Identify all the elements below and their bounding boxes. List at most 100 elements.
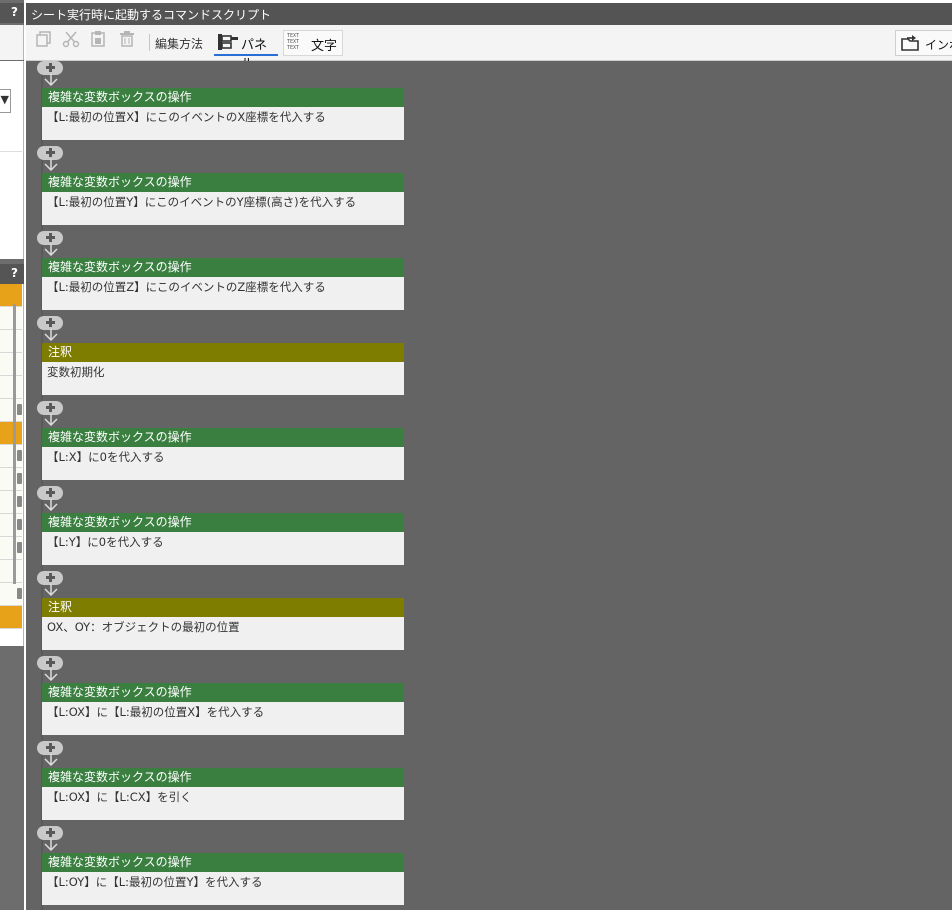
command-description: 【L:最初の位置Z】にこのイベントのZ座標を代入する [47,280,326,294]
arrow-down-icon [44,329,58,341]
left-toolbar [0,25,24,60]
command-description: 【L:X】に0を代入する [47,450,165,464]
add-command-connector [36,826,66,851]
variable-command-block[interactable]: 複雑な変数ボックスの操作【L:最初の位置Z】にこのイベントのZ座標を代入する [42,258,404,310]
add-command-button[interactable] [37,571,63,585]
variable-command-block[interactable]: 複雑な変数ボックスの操作【L:OY】に【L:最初の位置Y】を代入する [42,853,404,905]
arrow-down-icon [44,754,58,766]
variable-command-block[interactable]: 複雑な変数ボックスの操作 【L:最初の位置X】にこのイベントのX座標を代入する [42,88,404,140]
command-title: 複雑な変数ボックスの操作 [42,768,404,787]
item-icon [17,542,22,553]
left-panel-header-mid: ? [0,264,24,284]
variable-command-block[interactable]: 複雑な変数ボックスの操作【L:OX】に【L:最初の位置X】を代入する [42,683,404,735]
left-panel-header-top: ? [0,3,24,23]
trash-icon [120,31,134,47]
command-canvas[interactable]: 複雑な変数ボックスの操作 【L:最初の位置X】にこのイベントのX座標を代入する 複雑… [26,61,952,910]
copy-button[interactable] [32,30,56,54]
list-item[interactable] [0,422,22,445]
arrow-down-icon [44,584,58,596]
command-description: 【L:最初の位置X】にこのイベントのX座標を代入する [47,110,326,124]
variable-command-block[interactable]: 複雑な変数ボックスの操作 【L:OX】に【L:CX】を引く [42,768,404,820]
list-item[interactable] [0,399,22,422]
list-item[interactable] [0,468,22,491]
arrow-down-icon [44,159,58,171]
add-command-connector [36,571,66,596]
arrow-down-icon [44,244,58,256]
command-description: OX、OY：オブジェクトの最初の位置 [47,620,240,634]
add-command-button[interactable] [37,316,63,330]
list-item[interactable] [0,307,22,330]
command-description: 【L:OY】に【L:最初の位置Y】を代入する [47,875,263,889]
item-icon [17,473,22,484]
add-command-connector [36,61,66,86]
list-item[interactable] [0,514,22,537]
list-item[interactable] [0,537,22,560]
command-description: 【L:OX】に【L:最初の位置X】を代入する [47,705,265,719]
command-title: 複雑な変数ボックスの操作 [42,173,404,192]
toolbar: 編集方法 パネル TEXT TEXT TEXT 文字 インポ [26,25,952,72]
divider [0,151,22,152]
list-item[interactable] [0,606,22,629]
list-item[interactable] [0,284,22,307]
command-title: 複雑な変数ボックスの操作 [42,853,404,872]
delete-button[interactable] [115,30,139,54]
add-command-button[interactable] [37,231,63,245]
list-item[interactable] [0,330,22,353]
text-icon: TEXT TEXT TEXT [287,33,300,51]
scrollbar[interactable] [13,304,16,584]
command-description: 【L:Y】に0を代入する [47,535,164,549]
list-item[interactable] [0,491,22,514]
copy-icon [36,31,51,47]
variable-command-block[interactable]: 複雑な変数ボックスの操作【L:Y】に0を代入する [42,513,404,565]
add-command-button[interactable] [37,486,63,500]
list-item[interactable] [0,353,22,376]
text-mode-button[interactable]: TEXT TEXT TEXT 文字 [283,30,343,56]
add-command-button[interactable] [37,656,63,670]
add-command-button[interactable] [37,741,63,755]
list-item[interactable] [0,445,22,468]
add-command-button[interactable] [37,61,63,75]
edit-method-label: 編集方法 [155,37,204,51]
paste-button[interactable] [86,30,110,54]
help-icon[interactable]: ? [11,5,18,19]
add-command-connector [36,146,66,171]
add-command-button[interactable] [37,826,63,840]
variable-command-block[interactable]: 複雑な変数ボックスの操作【L:X】に0を代入する [42,428,404,480]
panel-icon [218,34,238,50]
add-command-button[interactable] [37,146,63,160]
left-dropdown[interactable]: ▼ [0,89,11,113]
item-icon [17,519,22,530]
left-list-panel [0,284,24,646]
list-item[interactable] [0,583,22,606]
item-icon [17,496,22,507]
comment-command-block[interactable]: 注釈 OX、OY：オブジェクトの最初の位置 [42,598,404,650]
arrow-down-icon [44,669,58,681]
command-title: 複雑な変数ボックスの操作 [42,258,404,277]
command-title: 複雑な変数ボックスの操作 [42,428,404,447]
window-title: シート実行時に起動するコマンドスクリプト [31,8,272,22]
add-command-button[interactable] [37,401,63,415]
list-item[interactable] [0,376,22,399]
add-command-connector [36,401,66,426]
item-icon [17,450,22,461]
chevron-icon [17,404,22,415]
add-command-connector [36,231,66,256]
arrow-down-icon [44,414,58,426]
left-upper-panel: ▼ [0,61,24,259]
add-command-connector [36,316,66,341]
panel-mode-button[interactable]: パネル [214,30,278,72]
import-label: インポ [925,38,952,52]
comment-command-block[interactable]: 注釈 変数初期化 [42,343,404,395]
arrow-down-icon [44,499,58,511]
command-title: 複雑な変数ボックスの操作 [42,683,404,702]
paste-icon [91,31,105,47]
folder-import-icon [901,35,919,51]
list-item[interactable] [0,560,22,583]
import-button[interactable]: インポ [895,30,952,56]
variable-command-block[interactable]: 複雑な変数ボックスの操作 【L:最初の位置Y】にこのイベントのY座標(高さ)を代入… [42,173,404,225]
cut-button[interactable] [59,30,83,54]
chevron-down-icon: ▼ [0,93,9,106]
help-icon[interactable]: ? [11,266,18,280]
add-command-connector [36,656,66,681]
command-title: 複雑な変数ボックスの操作 [42,513,404,532]
